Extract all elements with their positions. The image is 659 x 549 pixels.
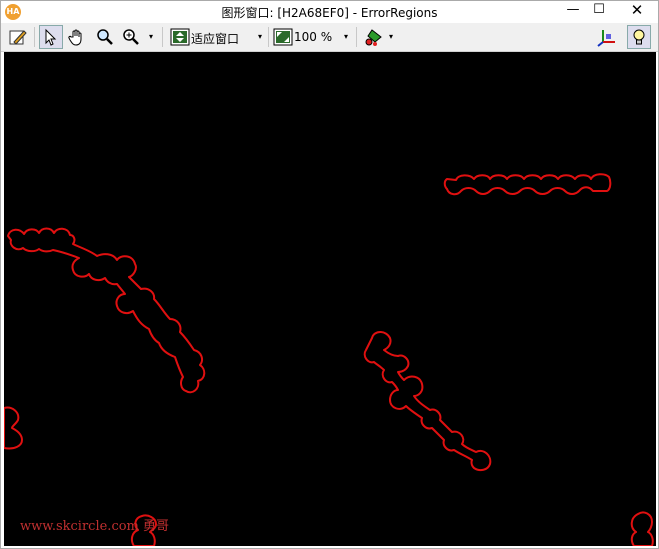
color-dropdown-arrow[interactable]: ▾ xyxy=(386,25,396,49)
lightbulb-icon[interactable] xyxy=(627,25,651,49)
error-regions-overlay xyxy=(4,173,654,546)
toolbar: ▾ 适应窗口 ▾ 100 % ▾ ▾ xyxy=(1,23,658,52)
graphics-window: HA 图形窗口: [H2A68EF0] - ErrorRegions — ☐ ✕… xyxy=(0,0,659,549)
error-region xyxy=(4,406,23,450)
zoom-in-icon[interactable] xyxy=(119,25,143,49)
error-region xyxy=(363,331,492,472)
axes-3d-icon[interactable] xyxy=(595,25,619,49)
zoom-mode-dropdown-arrow[interactable]: ▾ xyxy=(255,25,265,49)
zoom-percent-value[interactable]: 100 % xyxy=(294,30,332,44)
image-canvas[interactable]: www.skcircle.com 勇哥 xyxy=(4,52,656,546)
close-button[interactable]: ✕ xyxy=(619,1,655,21)
zoom-percent-dropdown-arrow[interactable]: ▾ xyxy=(341,25,351,49)
color-paint-icon[interactable] xyxy=(362,25,386,49)
error-region xyxy=(630,511,654,546)
title-bar[interactable]: HA 图形窗口: [H2A68EF0] - ErrorRegions — ☐ ✕ xyxy=(1,1,658,23)
error-region xyxy=(7,227,206,394)
zoom-mode-value[interactable]: 适应窗口 xyxy=(191,30,239,47)
maximize-button[interactable]: ☐ xyxy=(587,1,611,21)
magnifier-icon[interactable] xyxy=(93,25,117,49)
error-region xyxy=(443,173,612,196)
zoom-dropdown-arrow[interactable]: ▾ xyxy=(146,25,156,49)
fit-window-icon[interactable] xyxy=(168,25,192,49)
window-title: 图形窗口: [H2A68EF0] - ErrorRegions xyxy=(221,6,438,20)
watermark-text: www.skcircle.com 勇哥 xyxy=(20,519,170,534)
edit-pencil-icon[interactable] xyxy=(6,25,30,49)
pointer-tool-icon[interactable] xyxy=(39,25,63,49)
minimize-button[interactable]: — xyxy=(561,1,585,21)
hand-pan-icon[interactable] xyxy=(65,25,89,49)
zoom-percent-icon[interactable] xyxy=(271,25,295,49)
